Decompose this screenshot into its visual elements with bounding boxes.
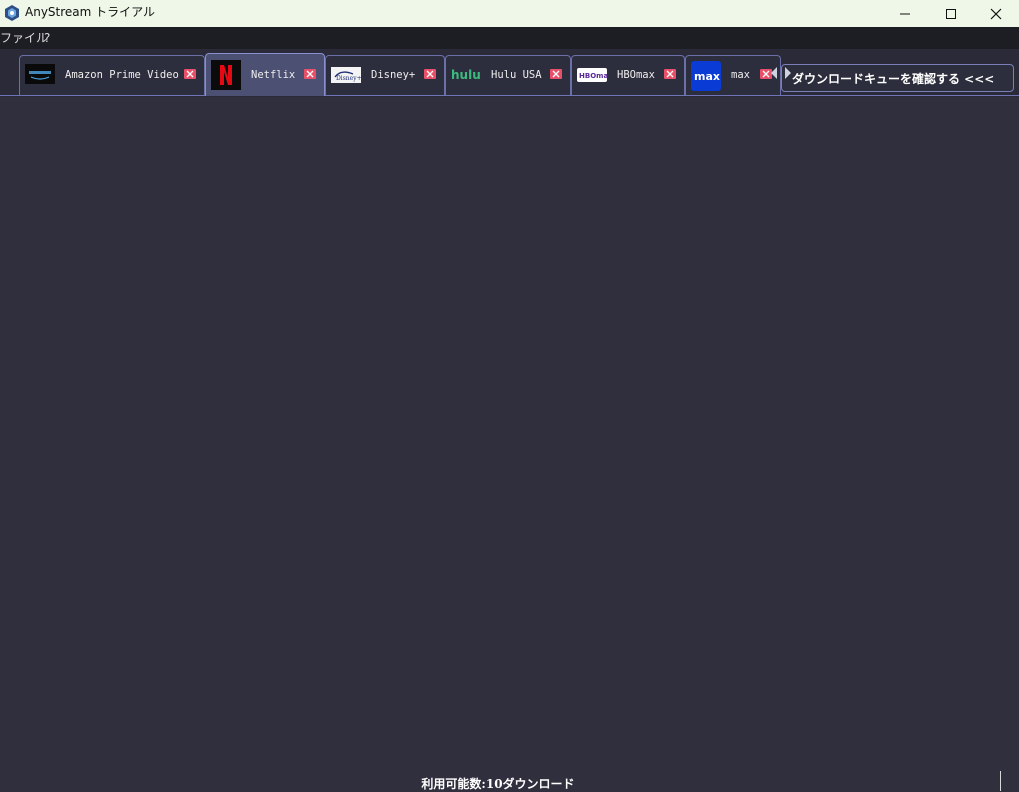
tab-close-disney[interactable] bbox=[424, 69, 436, 79]
disney-plus-logo: Disney+ bbox=[331, 67, 361, 83]
prime-video-logo bbox=[25, 64, 55, 84]
tab-label-netflix: Netflix bbox=[251, 69, 296, 81]
svg-text:HBOmax: HBOmax bbox=[579, 72, 607, 80]
close-icon bbox=[426, 70, 434, 78]
max-logo: max bbox=[691, 61, 721, 91]
tab-scroll-arrows-icon[interactable] bbox=[767, 66, 795, 80]
menu-file[interactable]: ファイル bbox=[0, 31, 48, 45]
tab-hulu-usa[interactable]: hulu Hulu USA bbox=[445, 55, 571, 95]
minimize-icon bbox=[900, 13, 910, 14]
tab-close-hbomax[interactable] bbox=[664, 69, 676, 79]
svg-text:hulu: hulu bbox=[451, 68, 481, 82]
tab-label-hulu: Hulu USA bbox=[491, 69, 542, 81]
anystream-app-icon bbox=[5, 5, 19, 21]
tab-amazon-prime-video[interactable]: Amazon Prime Video bbox=[19, 55, 205, 95]
maximize-button[interactable] bbox=[928, 0, 974, 27]
close-icon bbox=[990, 8, 1002, 19]
tab-label-max: max bbox=[731, 69, 750, 81]
tab-label-hbomax: HBOmax bbox=[617, 69, 655, 81]
tab-netflix[interactable]: Netflix bbox=[205, 53, 325, 96]
window-title: AnyStream トライアル bbox=[25, 5, 156, 19]
maximize-icon bbox=[946, 8, 956, 19]
close-icon bbox=[186, 70, 194, 78]
download-queue-button[interactable]: ダウンロードキューを確認する <<< bbox=[781, 64, 1014, 92]
title-bar: AnyStream トライアル bbox=[0, 0, 1019, 27]
minimize-button[interactable] bbox=[882, 0, 928, 27]
status-divider bbox=[1000, 771, 1001, 791]
svg-text:max: max bbox=[694, 70, 720, 83]
menu-help[interactable]: ? bbox=[44, 31, 50, 45]
tab-hbomax[interactable]: HBOmax HBOmax bbox=[571, 55, 685, 95]
content-area bbox=[0, 97, 1019, 769]
hbomax-logo: HBOmax bbox=[577, 68, 607, 82]
close-button[interactable] bbox=[973, 0, 1019, 27]
close-icon bbox=[666, 70, 674, 78]
svg-text:Disney+: Disney+ bbox=[336, 75, 361, 82]
tab-strip-divider bbox=[0, 95, 1019, 96]
netflix-logo bbox=[211, 60, 241, 90]
tab-disney-plus[interactable]: Disney+ Disney+ bbox=[325, 55, 445, 95]
hulu-logo: hulu bbox=[451, 68, 481, 82]
tab-label-disney: Disney+ bbox=[371, 69, 416, 81]
close-icon bbox=[552, 70, 560, 78]
tab-close-netflix[interactable] bbox=[304, 69, 316, 79]
menu-bar: ファイル ? bbox=[0, 27, 1019, 49]
tab-label-amazon: Amazon Prime Video bbox=[65, 69, 179, 81]
available-downloads-status: 利用可能数:10ダウンロード bbox=[421, 777, 575, 791]
close-icon bbox=[306, 70, 314, 78]
tab-close-hulu[interactable] bbox=[550, 69, 562, 79]
tab-close-amazon[interactable] bbox=[184, 69, 196, 79]
